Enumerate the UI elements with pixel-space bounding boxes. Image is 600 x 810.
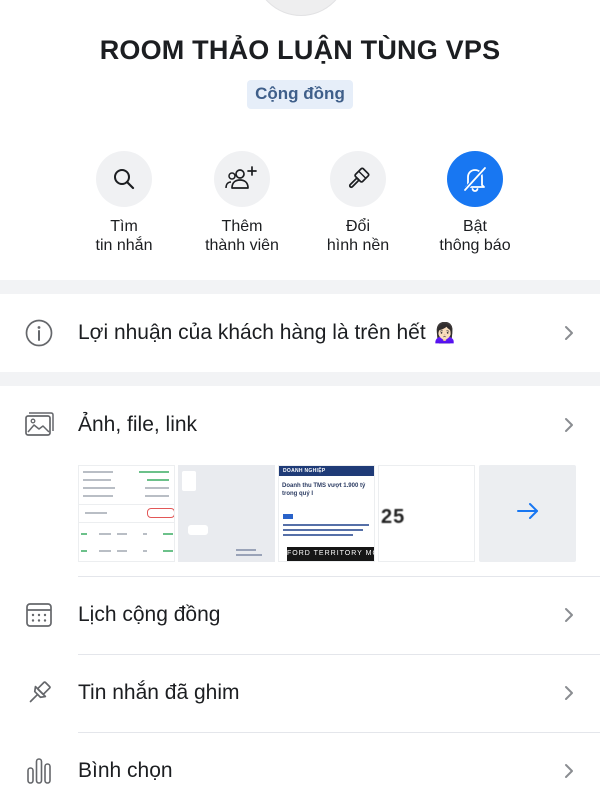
community-badge[interactable]: Cộng đồng <box>247 80 353 109</box>
arrow-right-icon <box>515 501 541 526</box>
media-thumbnail[interactable] <box>178 465 275 562</box>
enable-notifications-label-1: Bật <box>462 218 487 235</box>
chevron-right-icon <box>562 686 576 700</box>
search-messages-label-1: Tìm <box>110 218 138 235</box>
bell-off-icon <box>447 151 503 207</box>
paintbrush-icon <box>330 151 386 207</box>
search-messages-button[interactable]: Tìm tin nhắn <box>64 151 184 255</box>
change-wallpaper-button[interactable]: Đổi hình nền <box>298 151 418 255</box>
search-icon <box>96 151 152 207</box>
chevron-right-icon <box>562 608 576 622</box>
group-title: ROOM THẢO LUẬN TÙNG VPS <box>99 35 501 65</box>
thumbnail-header: DOANH NGHIỆP <box>283 468 326 474</box>
enable-notifications-label-2: thông báo <box>439 237 511 254</box>
pinned-messages-label: Tin nhắn đã ghim <box>78 681 240 704</box>
thumbnail-number: 25 <box>381 506 406 528</box>
media-thumbnail[interactable]: DOANH NGHIỆP Doanh thu TMS vượt 1.900 tỷ… <box>278 465 375 562</box>
thumbnail-footer: FORD TERRITORY MỚI <box>287 547 374 561</box>
group-description-label: Lợi nhuận của khách hàng là trên hết 🙍🏻‍… <box>78 321 458 344</box>
thumbnail-headline: Doanh thu TMS vượt 1.900 tỷ trong quý I <box>282 483 366 497</box>
media-files-links-label: Ảnh, file, link <box>78 413 198 436</box>
poll-icon <box>24 756 54 786</box>
see-all-media-button[interactable] <box>479 465 576 562</box>
community-calendar-row[interactable]: Lịch cộng đồng <box>0 576 600 654</box>
add-members-label-1: Thêm <box>221 218 263 235</box>
pinned-messages-row[interactable]: Tin nhắn đã ghim <box>0 654 600 732</box>
enable-notifications-button[interactable]: Bật thông báo <box>415 151 535 255</box>
info-icon <box>24 318 54 348</box>
add-members-button[interactable]: Thêm thành viên <box>182 151 302 255</box>
add-members-label-2: thành viên <box>205 237 279 254</box>
search-messages-label-2: tin nhắn <box>95 237 153 254</box>
chevron-right-icon <box>562 418 576 432</box>
media-files-links-row[interactable]: Ảnh, file, link <box>0 386 600 464</box>
media-thumbnail-strip: DOANH NGHIỆP Doanh thu TMS vượt 1.900 tỷ… <box>78 465 576 562</box>
quick-actions: Tìm tin nhắn Thêm thành viên Đổi hình nề… <box>0 151 600 261</box>
change-wallpaper-label-1: Đổi <box>345 218 370 235</box>
group-avatar[interactable] <box>254 0 348 16</box>
pin-icon <box>24 678 54 708</box>
media-thumbnail[interactable] <box>78 465 175 562</box>
section-divider <box>0 280 600 294</box>
media-thumbnail[interactable]: 25 <box>378 465 475 562</box>
poll-label: Bình chọn <box>78 759 173 782</box>
gallery-icon <box>24 410 54 440</box>
poll-row[interactable]: Bình chọn <box>0 732 600 810</box>
calendar-icon <box>24 600 54 630</box>
change-wallpaper-label-2: hình nền <box>326 237 390 254</box>
section-divider <box>0 372 600 386</box>
chevron-right-icon <box>562 326 576 340</box>
add-people-icon <box>214 151 270 207</box>
community-calendar-label: Lịch cộng đồng <box>78 603 221 626</box>
chevron-right-icon <box>562 764 576 778</box>
group-description-row[interactable]: Lợi nhuận của khách hàng là trên hết 🙍🏻‍… <box>0 294 600 372</box>
